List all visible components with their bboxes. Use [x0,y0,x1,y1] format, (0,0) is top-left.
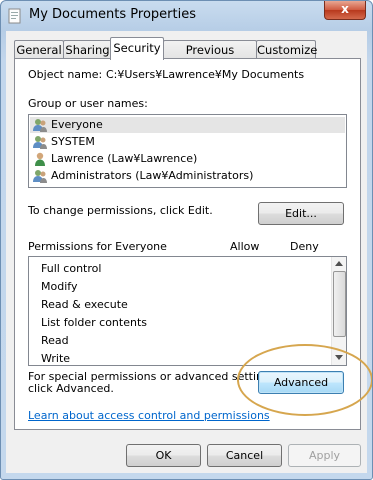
permission-row: Read [41,334,69,347]
permission-row: Modify [41,280,78,293]
deny-column-header: Deny [290,240,319,253]
scroll-up-icon[interactable] [335,261,343,266]
edit-button[interactable]: Edit... [258,202,344,225]
tab-sharing[interactable]: Sharing [63,40,112,59]
tab-customize[interactable]: Customize [256,40,317,59]
group-name: Everyone [51,118,103,131]
permission-row: Read & execute [41,298,128,311]
scrollbar-thumb[interactable] [333,271,346,337]
object-name-label: Object name: [28,68,103,81]
permission-row: List folder contents [41,316,147,329]
highlight-ellipse [237,344,372,416]
list-item[interactable]: SYSTEM [30,134,345,150]
tab-general[interactable]: General [14,40,64,59]
group-name: Administrators (Law¥Administrators) [51,169,254,182]
permission-row: Full control [41,262,102,275]
users-group-icon [33,136,47,149]
close-icon: x [341,2,349,16]
object-name-value: C:¥Users¥Lawrence¥My Documents [106,68,305,81]
list-item[interactable]: Lawrence (Law¥Lawrence) [30,151,345,167]
special-permissions-hint-2: click Advanced. [28,382,114,395]
cancel-button[interactable]: Cancel [207,444,282,467]
user-icon [35,152,45,166]
change-permissions-hint: To change permissions, click Edit. [28,204,213,217]
learn-more-link[interactable]: Learn about access control and permissio… [28,409,270,422]
title-bar[interactable]: My Documents Properties x [1,1,372,31]
permissions-label: Permissions for Everyone [28,240,167,253]
group-name: Lawrence (Law¥Lawrence) [51,152,198,165]
close-button[interactable]: x [324,1,366,20]
tab-security[interactable]: Security [110,37,164,60]
users-group-icon [33,119,47,132]
users-group-icon [33,170,47,183]
tab-previous-versions[interactable]: Previous Versions [163,40,257,75]
documents-folder-icon [8,8,21,24]
group-name: SYSTEM [51,135,95,148]
apply-button[interactable]: Apply [288,444,361,467]
group-user-list[interactable]: Everyone SYSTEM Lawrence (Law¥Lawrence) [28,114,347,188]
list-item[interactable]: Administrators (Law¥Administrators) [30,168,345,184]
allow-column-header: Allow [230,240,260,253]
group-list-label: Group or user names: [28,97,148,110]
properties-window: My Documents Properties x General Sharin… [0,0,373,480]
list-item[interactable]: Everyone [30,117,345,133]
ok-button[interactable]: OK [126,444,201,467]
window-title: My Documents Properties [29,7,196,22]
permission-row: Write [41,352,71,363]
